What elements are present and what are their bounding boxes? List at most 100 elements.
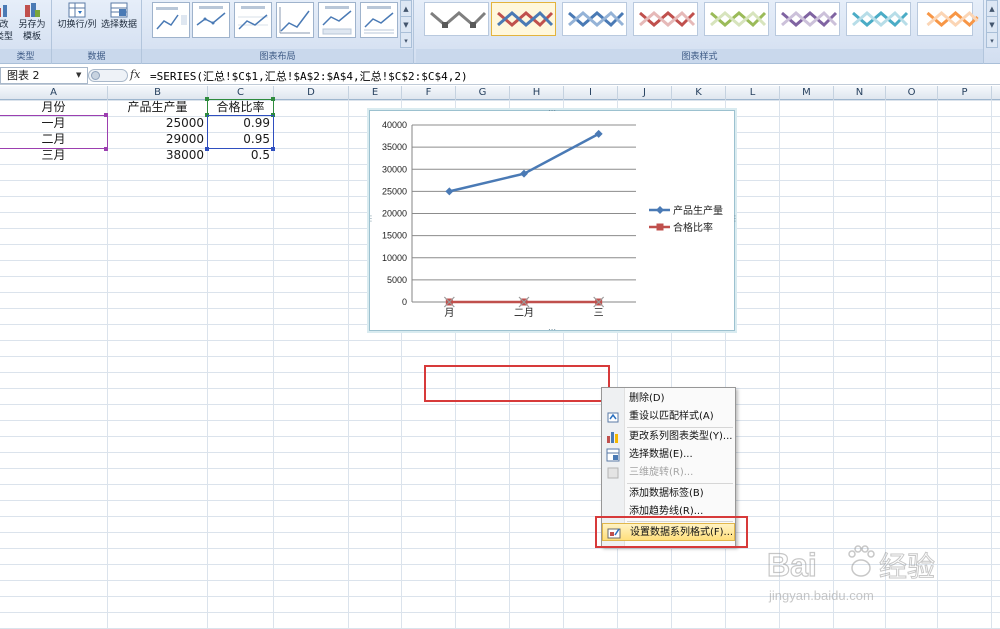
- column-header[interactable]: O: [886, 86, 938, 100]
- context-menu: 删除(D) 重设以匹配样式(A) 更改系列图表类型(Y)... 选择数据(E).…: [601, 387, 736, 547]
- column-header[interactable]: H: [510, 86, 564, 100]
- y-tick-label: 35000: [382, 142, 407, 152]
- column-header[interactable]: E: [349, 86, 402, 100]
- layout-thumb-2[interactable]: [192, 2, 230, 38]
- cell-output[interactable]: 38000: [108, 148, 207, 164]
- switch-row-column-button[interactable]: 切换行/列: [55, 2, 99, 31]
- column-header[interactable]: J: [618, 86, 672, 100]
- insert-function-icon[interactable]: fx: [130, 68, 140, 81]
- cell-header-rate[interactable]: 合格比率: [208, 100, 273, 116]
- line-chart[interactable]: ⋯ ⋯ ⋮ ⋮ 40000 35000 30000 25000 20000 15000 10…: [367, 107, 739, 334]
- style-thumb-green[interactable]: [704, 2, 769, 36]
- range-handle[interactable]: [205, 97, 209, 101]
- style-thumb-blue[interactable]: [562, 2, 627, 36]
- style-scroll-down-icon[interactable]: ▼: [987, 17, 997, 33]
- cell-header-output[interactable]: 产品生产量: [108, 100, 207, 116]
- formula-bar-expander[interactable]: [88, 69, 128, 82]
- cell-month[interactable]: 一月: [0, 116, 107, 132]
- column-header[interactable]: F: [402, 86, 456, 100]
- formula-bar: 图表 2 ▼ fx =SERIES(汇总!$C$1,汇总!$A$2:$A$4,汇…: [0, 66, 1000, 85]
- legend-label: 合格比率: [673, 221, 713, 234]
- column-header[interactable]: N: [834, 86, 886, 100]
- change-type-label2: 类型: [0, 32, 13, 42]
- ribbon-group-style: 图表样式: [416, 0, 984, 64]
- save-as-template-button[interactable]: 另存为 模板: [16, 2, 48, 43]
- menu-item-add-trendline[interactable]: 添加趋势线(R)...: [602, 503, 735, 521]
- cell-month[interactable]: 三月: [0, 148, 107, 164]
- select-data-button[interactable]: 选择数据: [98, 2, 140, 31]
- column-header[interactable]: A: [0, 86, 108, 100]
- y-tick-label: 15000: [382, 231, 407, 241]
- layout-thumb-1[interactable]: [152, 2, 190, 38]
- column-header[interactable]: B: [108, 86, 208, 100]
- y-tick-label: 20000: [382, 209, 407, 219]
- style-thumb-red[interactable]: [633, 2, 698, 36]
- style-thumb-teal[interactable]: [846, 2, 911, 36]
- menu-item-add-data-labels[interactable]: 添加数据标签(B): [602, 485, 735, 503]
- y-tick-label: 0: [402, 297, 407, 307]
- cell-header-month[interactable]: 月份: [0, 100, 107, 116]
- menu-item-format-data-series[interactable]: 设置数据系列格式(F)...: [602, 523, 735, 541]
- cell-month[interactable]: 二月: [0, 132, 107, 148]
- column-header[interactable]: M: [780, 86, 834, 100]
- x-tick-label: 三: [594, 308, 604, 319]
- layout-gallery-scroll[interactable]: ▲ ▼ ▾: [400, 0, 412, 48]
- cell-rate[interactable]: 0.5: [208, 148, 273, 164]
- chevron-down-icon[interactable]: ▼: [76, 71, 81, 79]
- range-handle[interactable]: [205, 147, 209, 151]
- column-header[interactable]: L: [726, 86, 780, 100]
- save-template-label: 另存为: [18, 20, 46, 30]
- column-header[interactable]: C: [208, 86, 274, 100]
- menu-item-select-data[interactable]: 选择数据(E)...: [602, 446, 735, 464]
- column-header[interactable]: K: [672, 86, 726, 100]
- formula-input[interactable]: =SERIES(汇总!$C$1,汇总!$A$2:$A$4,汇总!$C$2:$C$…: [150, 68, 468, 84]
- change-chart-type-button[interactable]: 改 类型: [0, 2, 14, 43]
- x-tick-label: 二月: [514, 307, 534, 319]
- menu-item-delete[interactable]: 删除(D): [602, 390, 735, 408]
- style-thumb-orange[interactable]: [917, 2, 979, 36]
- bar-chart-icon: [607, 432, 618, 443]
- layout-thumb-6[interactable]: [360, 2, 398, 38]
- range-handle[interactable]: [271, 97, 275, 101]
- style-gallery-scroll[interactable]: ▲ ▼ ▾: [986, 0, 998, 48]
- style-scroll-up-icon[interactable]: ▲: [987, 1, 997, 17]
- y-tick-label: 10000: [382, 253, 407, 263]
- column-header[interactable]: P: [938, 86, 992, 100]
- column-header[interactable]: G: [456, 86, 510, 100]
- gallery-more-icon[interactable]: ▾: [401, 33, 411, 49]
- range-handle[interactable]: [205, 113, 209, 117]
- column-header[interactable]: D: [274, 86, 349, 100]
- layout-thumb-3[interactable]: [234, 2, 272, 38]
- layout-thumb-5[interactable]: [318, 2, 356, 38]
- ribbon: 改 类型 另存为 模板 类型 切换行/列 选择数据 数据 ▲▼▾ 图表布局: [0, 0, 1000, 64]
- scroll-up-icon[interactable]: ▲: [401, 1, 411, 17]
- range-handle[interactable]: [104, 113, 108, 117]
- cell-output[interactable]: 25000: [108, 116, 207, 132]
- save-template-icon: [25, 3, 40, 17]
- style-thumb-gray[interactable]: [424, 2, 489, 36]
- cell-rate[interactable]: 0.99: [208, 116, 273, 132]
- style-gallery-more-icon[interactable]: ▾: [987, 33, 997, 49]
- cell-rate[interactable]: 0.95: [208, 132, 273, 148]
- style-thumb-multicolor[interactable]: [491, 2, 556, 36]
- menu-item-label: 重设以匹配样式(A): [629, 411, 714, 422]
- menu-item-label: 删除(D): [629, 393, 665, 404]
- x-tick-label: 月: [444, 307, 454, 319]
- column-header[interactable]: I: [564, 86, 618, 100]
- menu-item-label: 设置数据系列格式(F)...: [630, 527, 734, 538]
- series-line-1: [449, 132, 600, 193]
- range-handle[interactable]: [271, 147, 275, 151]
- chart-type-icon: [0, 5, 7, 17]
- range-handle[interactable]: [271, 113, 275, 117]
- menu-item-change-series-type[interactable]: 更改系列图表类型(Y)...: [602, 428, 735, 446]
- menu-item-reset-style[interactable]: 重设以匹配样式(A): [602, 408, 735, 426]
- scroll-down-icon[interactable]: ▼: [401, 17, 411, 33]
- series-point-1: [445, 187, 454, 196]
- range-handle[interactable]: [104, 147, 108, 151]
- name-box[interactable]: 图表 2: [0, 67, 88, 84]
- layout-thumb-4[interactable]: [276, 2, 314, 38]
- cell-output[interactable]: 29000: [108, 132, 207, 148]
- menu-item-label: 三维旋转(R)...: [629, 467, 694, 478]
- style-thumb-purple[interactable]: [775, 2, 840, 36]
- column-header-row: A B C D E F G H I J K L M N O P: [0, 86, 1000, 100]
